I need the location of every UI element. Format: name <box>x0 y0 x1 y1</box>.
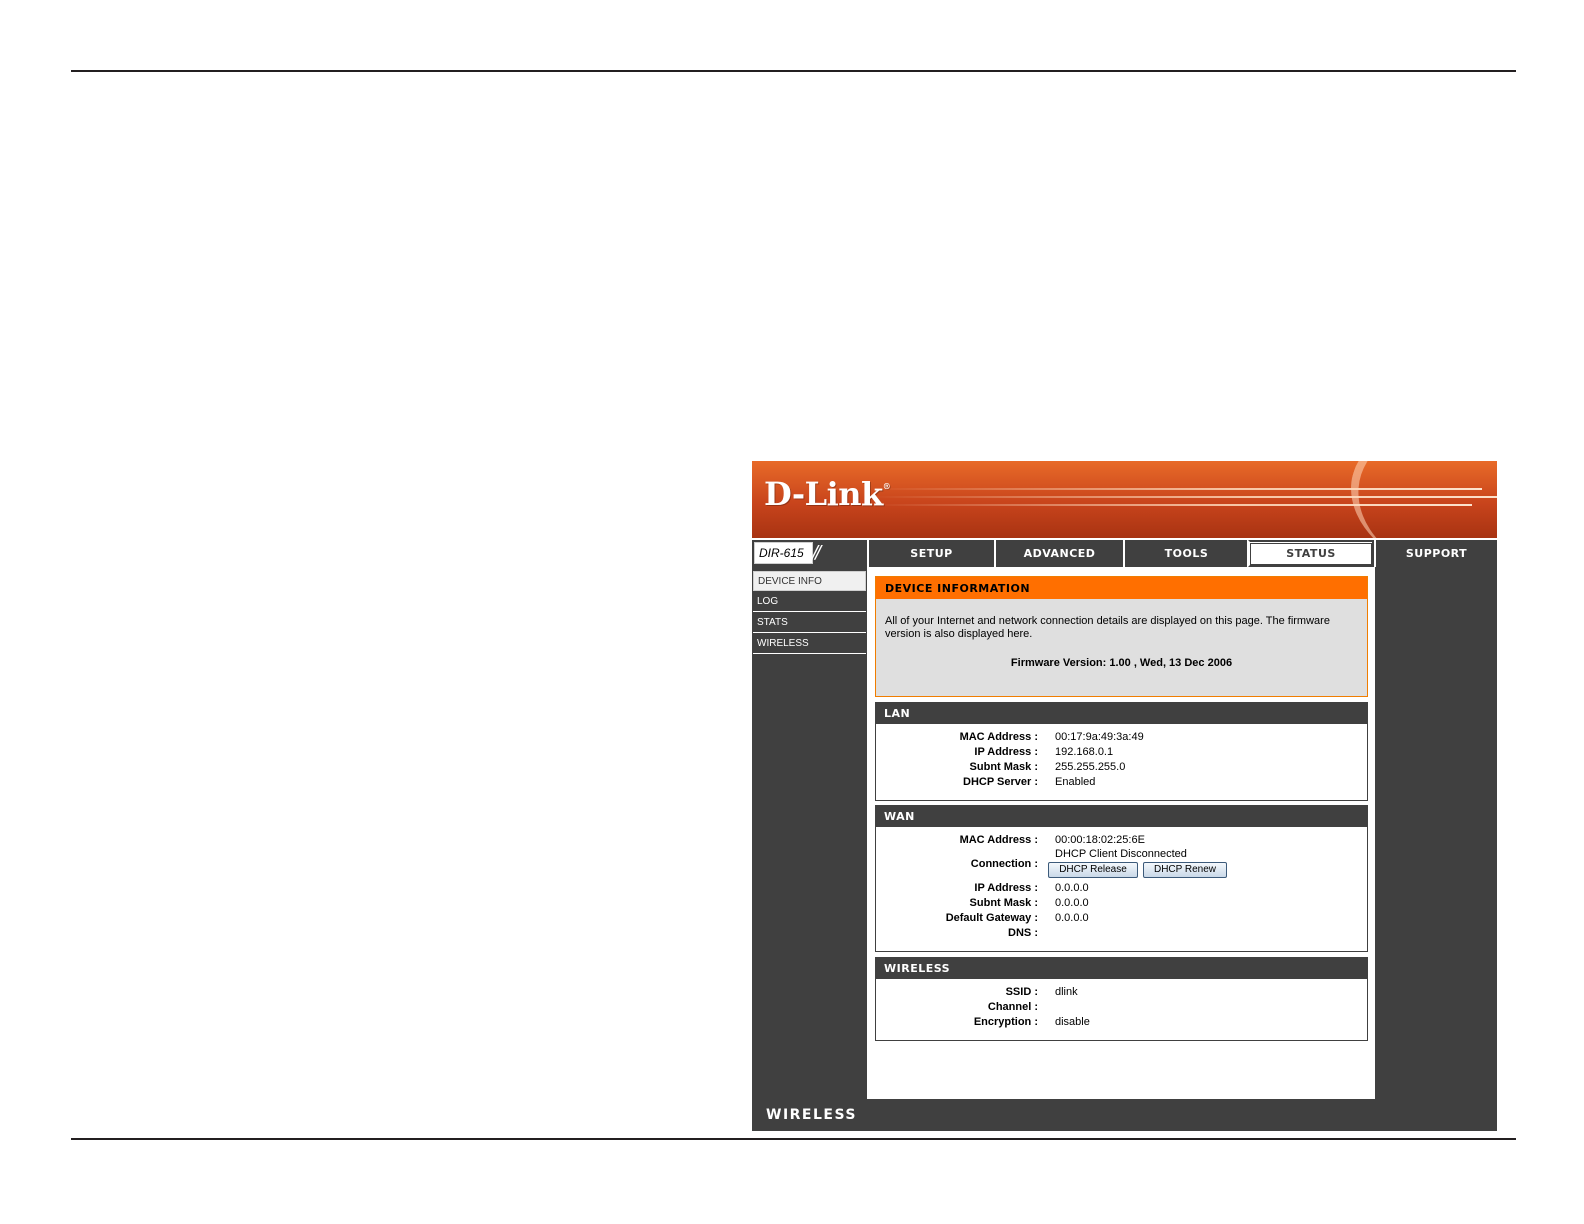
tab-advanced[interactable]: ADVANCED <box>994 540 1123 567</box>
wireless-title: WIRELESS <box>875 957 1368 979</box>
wan-row-subnet: Subnt Mask :0.0.0.0 <box>969 897 1089 909</box>
tab-support[interactable]: SUPPORT <box>1374 540 1497 567</box>
wireless-panel: WIRELESS SSID : dlink Channel : Encryptio… <box>875 957 1368 1041</box>
lan-row-dhcp-server: DHCP Server : Enabled <box>963 776 1096 788</box>
page-bottom-rule <box>71 1138 1516 1140</box>
device-info-description: All of your Internet and network connect… <box>885 615 1330 640</box>
lan-title: LAN <box>875 702 1368 724</box>
connection-status: DHCP Client Disconnected <box>1055 848 1187 860</box>
footer-wireless-label: WIRELESS <box>766 1107 858 1123</box>
wan-title: WAN <box>875 805 1368 827</box>
wan-row-ip: IP Address :0.0.0.0 <box>974 882 1089 894</box>
footer-bar: WIRELESS <box>752 1099 1497 1131</box>
top-nav: DIR-615 // SETUP ADVANCED TOOLS STATUS S… <box>752 539 1497 568</box>
lan-row-ip: IP Address :192.168.0.1 <box>974 746 1114 758</box>
sidebar-item-wireless[interactable]: WIRELESS <box>753 634 866 654</box>
dhcp-renew-button[interactable]: DHCP Renew <box>1143 862 1227 878</box>
wan-row-dns: DNS : <box>1008 927 1038 939</box>
lan-row-mac: MAC Address :00:17:9a:49:3a:49 <box>959 731 1144 743</box>
wireless-row-channel: Channel : <box>987 1001 1038 1013</box>
dlink-banner: D-Link® <box>752 461 1497 538</box>
dhcp-release-button[interactable]: DHCP Release <box>1048 862 1138 878</box>
right-column <box>1375 567 1497 1099</box>
tab-status[interactable]: STATUS <box>1247 539 1375 568</box>
sidebar-item-stats[interactable]: STATS <box>753 613 866 633</box>
tab-setup[interactable]: SETUP <box>867 540 994 567</box>
model-label: DIR-615 <box>754 542 813 564</box>
device-info-panel: DEVICE INFORMATION All of your Internet … <box>875 576 1368 697</box>
slash-decoration: // <box>812 542 821 563</box>
device-info-title: DEVICE INFORMATION <box>876 577 1367 599</box>
banner-sweep <box>1331 461 1497 538</box>
lan-panel: LAN MAC Address :00:17:9a:49:3a:49 IP Ad… <box>875 702 1368 801</box>
lan-row-subnet: Subnt Mask :255.255.255.0 <box>969 761 1126 773</box>
firmware-version: Firmware Version: 1.00 , Wed, 13 Dec 200… <box>1010 657 1233 669</box>
wan-row-mac: MAC Address :00:00:18:02:25:6E <box>959 834 1145 846</box>
sidebar-item-log[interactable]: LOG <box>753 592 866 612</box>
wan-row-connection: Connection : DHCP Client Disconnected DH… <box>876 848 1367 882</box>
wireless-row-encryption: Encryption : disable <box>973 1016 1090 1028</box>
sidebar: DEVICE INFO LOG STATS WIRELESS <box>752 567 867 1099</box>
tab-tools[interactable]: TOOLS <box>1123 540 1248 567</box>
wan-row-gateway: Default Gateway :0.0.0.0 <box>945 912 1089 924</box>
dlink-logo[interactable]: D-Link® <box>764 475 891 513</box>
page-top-rule <box>71 70 1516 72</box>
sidebar-item-device-info[interactable]: DEVICE INFO <box>753 571 866 591</box>
router-admin-screenshot: D-Link® DIR-615 // SETUP ADVANCED TOOLS … <box>752 461 1497 1131</box>
wan-panel: WAN MAC Address :00:00:18:02:25:6E Conne… <box>875 805 1368 952</box>
wireless-row-ssid: SSID : dlink <box>1005 986 1078 998</box>
